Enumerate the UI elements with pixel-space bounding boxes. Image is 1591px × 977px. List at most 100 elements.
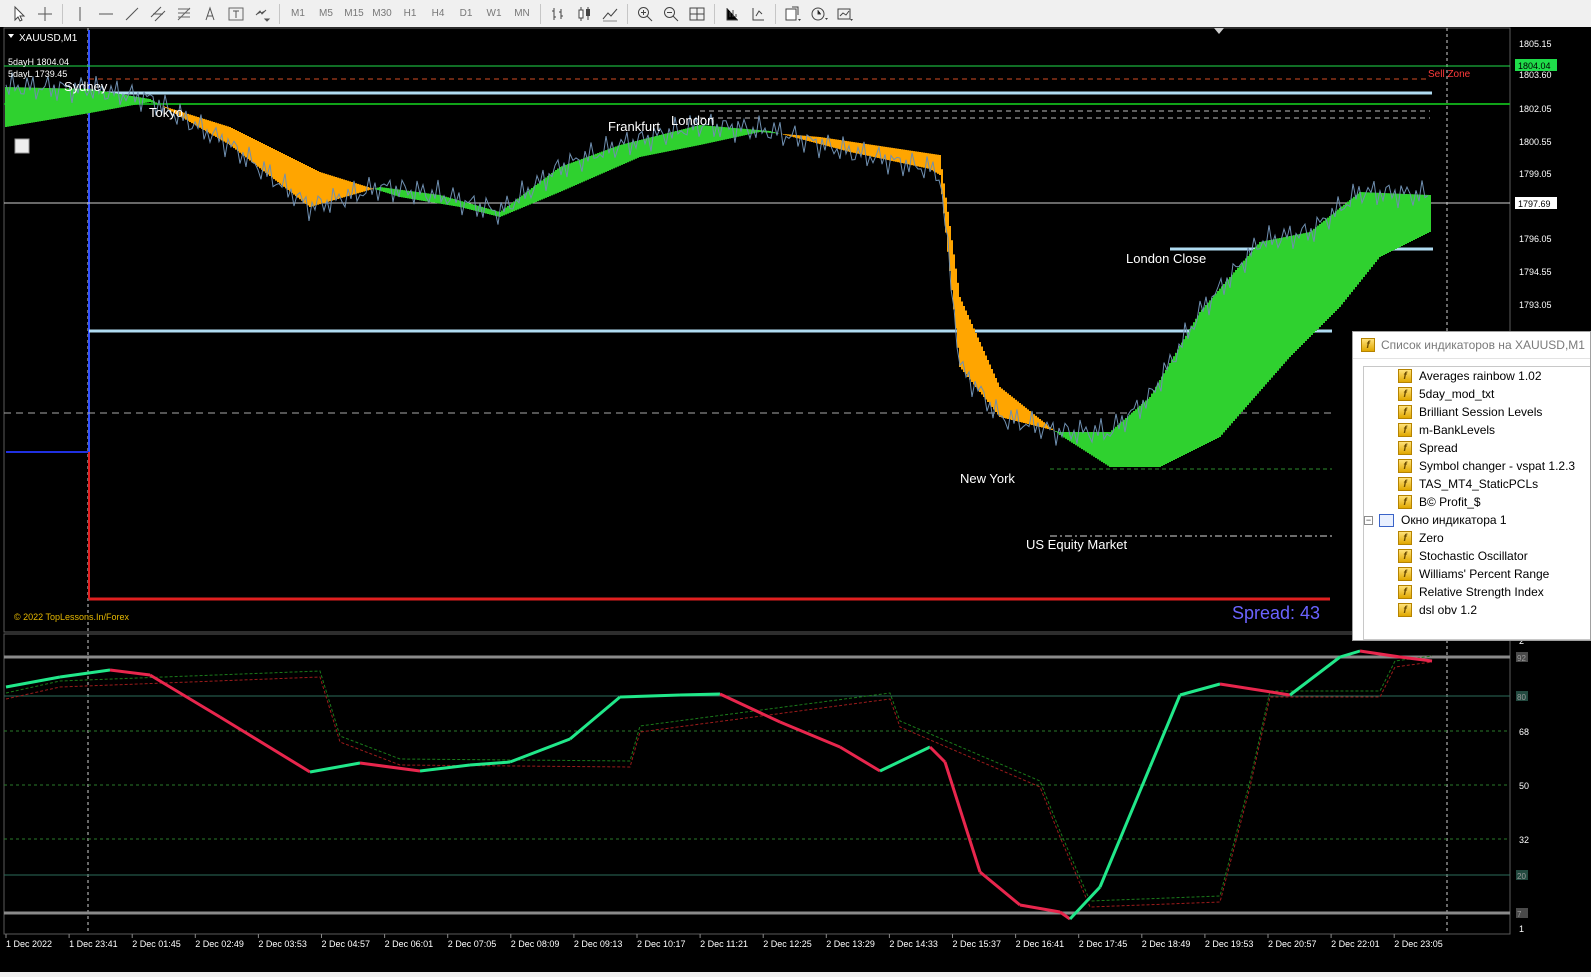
indicator-item[interactable]: f Stochastic Oscillator <box>1398 547 1528 565</box>
oscillator-main-segment <box>839 745 881 773</box>
indicator-item[interactable]: f Relative Strength Index <box>1398 583 1544 601</box>
line-chart-icon[interactable] <box>598 4 622 24</box>
session-label-sydney: Sydney <box>64 79 108 94</box>
toolbar: M1 M5 M15 M30 H1 H4 D1 W1 MN <box>0 0 1591 28</box>
text-icon[interactable] <box>198 4 222 24</box>
periods-dropdown-icon[interactable] <box>807 4 831 24</box>
indicator-item[interactable]: f m-BankLevels <box>1398 421 1495 439</box>
oscillator-main-segment <box>619 693 681 699</box>
session-label-london: London <box>671 113 714 128</box>
indicator-item-label: Stochastic Oscillator <box>1419 549 1528 563</box>
indicator-f-icon: f <box>1398 459 1412 473</box>
price-tick: 1799.05 <box>1519 169 1552 179</box>
timeframe-mn[interactable]: MN <box>509 4 535 24</box>
indicator-f-icon: f <box>1398 369 1412 383</box>
indicator-item[interactable]: f Symbol changer - vspat 1.2.3 <box>1398 457 1575 475</box>
shift-marker-icon[interactable] <box>1214 28 1224 34</box>
indicator-item[interactable]: f dsl obv 1.2 <box>1398 601 1477 619</box>
price-tick: 1793.05 <box>1519 300 1552 310</box>
templates-dropdown-icon[interactable] <box>833 4 857 24</box>
indicator-item-label: 5day_mod_txt <box>1419 387 1495 401</box>
session-label-frankfurt: Frankfurt <box>608 119 660 134</box>
indicator-item[interactable]: f TAS_MT4_StaticPCLs <box>1398 475 1538 493</box>
time-label: 2 Dec 20:57 <box>1268 939 1317 949</box>
indicator-item[interactable]: f 5day_mod_txt <box>1398 385 1494 403</box>
oscillator-main-segment <box>509 737 571 764</box>
averages-rainbow <box>5 87 1431 467</box>
indicator-axis: 2 68 50 32 1 92 80 20 7 <box>1516 636 1529 934</box>
indicator-item-label: Williams' Percent Range <box>1419 567 1550 581</box>
time-label: 2 Dec 06:01 <box>385 939 434 949</box>
time-axis: 1 Dec 2022 1 Dec 23:41 2 Dec 01:45 2 Dec 02… <box>5 934 1443 949</box>
oscillator-main-segment <box>1179 682 1221 697</box>
indicators-tree[interactable]: f Averages rainbow 1.02 f 5day_mod_txt f Br… <box>1363 366 1590 640</box>
collapse-arrow-icon[interactable] <box>8 34 14 38</box>
oscillator-main-segment <box>928 745 947 764</box>
oscillator-main-segment <box>779 720 841 749</box>
time-label: 2 Dec 03:53 <box>258 939 307 949</box>
oscillator-main-segment <box>1019 903 1061 914</box>
sub-tick: 68 <box>1519 727 1529 737</box>
horizontal-line-icon[interactable] <box>94 4 118 24</box>
indicator-item-label: B© Profit_$ <box>1419 495 1481 509</box>
indicator-window-label: Окно индикатора 1 <box>1401 513 1507 527</box>
crosshair-icon[interactable] <box>33 4 57 24</box>
time-label: 2 Dec 15:37 <box>953 939 1002 949</box>
toolbar-separator <box>540 3 541 24</box>
indicator-item[interactable]: f Brilliant Session Levels <box>1398 403 1542 421</box>
indicator-f-icon: f <box>1398 531 1412 545</box>
indicators-dropdown-icon[interactable] <box>781 4 805 24</box>
timeframe-h4[interactable]: H4 <box>425 4 451 24</box>
indicator-item[interactable]: f Zero <box>1398 529 1444 547</box>
spread-label: Spread: 43 <box>1232 603 1320 623</box>
oscillator-main-segment <box>59 668 111 679</box>
channel-icon[interactable] <box>146 4 170 24</box>
time-label: 2 Dec 12:25 <box>763 939 812 949</box>
zoom-in-icon[interactable] <box>633 4 657 24</box>
indicator-item-label: Symbol changer - vspat 1.2.3 <box>1419 459 1576 473</box>
indicator-item[interactable]: f Williams' Percent Range <box>1398 565 1549 583</box>
indicator-item[interactable]: f Averages rainbow 1.02 <box>1398 367 1542 385</box>
trendline-icon[interactable] <box>120 4 144 24</box>
time-label: 2 Dec 10:17 <box>637 939 686 949</box>
indicators-list-window[interactable]: f Список индикаторов на XAUUSD,M1 f Avera… <box>1352 331 1591 641</box>
timeframe-w1[interactable]: W1 <box>481 4 507 24</box>
timeframe-h1[interactable]: H1 <box>397 4 423 24</box>
indicator-item[interactable]: f B© Profit_$ <box>1398 493 1481 511</box>
indicator-window-node[interactable]: − Окно индикатора 1 <box>1364 511 1507 529</box>
timeframe-m15[interactable]: M15 <box>341 4 367 24</box>
time-label: 2 Dec 14:33 <box>889 939 938 949</box>
oscillator-main-segment <box>309 761 361 774</box>
indicator-list-icon: f <box>1361 338 1375 352</box>
time-label: 2 Dec 19:53 <box>1205 939 1254 949</box>
time-label: 2 Dec 01:45 <box>132 939 181 949</box>
tile-windows-icon[interactable] <box>685 4 709 24</box>
timeframe-m5[interactable]: M5 <box>313 4 339 24</box>
timeframe-m30[interactable]: M30 <box>369 4 395 24</box>
timeframe-d1[interactable]: D1 <box>453 4 479 24</box>
bar-chart-icon[interactable] <box>546 4 570 24</box>
cursor-icon[interactable] <box>7 4 31 24</box>
zoom-out-icon[interactable] <box>659 4 683 24</box>
timeframe-group: M1 M5 M15 M30 H1 H4 D1 W1 MN <box>284 4 536 24</box>
chart-shift-icon[interactable] <box>746 4 770 24</box>
indicator-f-icon: f <box>1398 585 1412 599</box>
auto-scroll-icon[interactable] <box>720 4 744 24</box>
time-label: 2 Dec 22:01 <box>1331 939 1380 949</box>
checkbox-icon[interactable] <box>14 138 30 154</box>
timeframe-m1[interactable]: M1 <box>285 4 311 24</box>
vertical-line-icon[interactable] <box>68 4 92 24</box>
indicator-item[interactable]: f Spread <box>1398 439 1458 457</box>
arrows-dropdown-icon[interactable] <box>250 4 274 24</box>
indicators-window-title-text: Список индикаторов на XAUUSD,M1 <box>1381 338 1585 352</box>
fibonacci-icon[interactable] <box>172 4 196 24</box>
oscillator-main-segment <box>569 695 621 741</box>
level-tag-7-text: 7 <box>1517 910 1522 919</box>
oscillator-main-segment <box>979 870 1021 907</box>
collapse-minus-icon[interactable]: − <box>1364 515 1373 525</box>
text-label-icon[interactable] <box>224 4 248 24</box>
candlestick-icon[interactable] <box>572 4 596 24</box>
time-label: 2 Dec 16:41 <box>1016 939 1065 949</box>
indicators-window-title[interactable]: f Список индикаторов на XAUUSD,M1 <box>1353 332 1590 359</box>
indicator-f-icon: f <box>1398 387 1412 401</box>
